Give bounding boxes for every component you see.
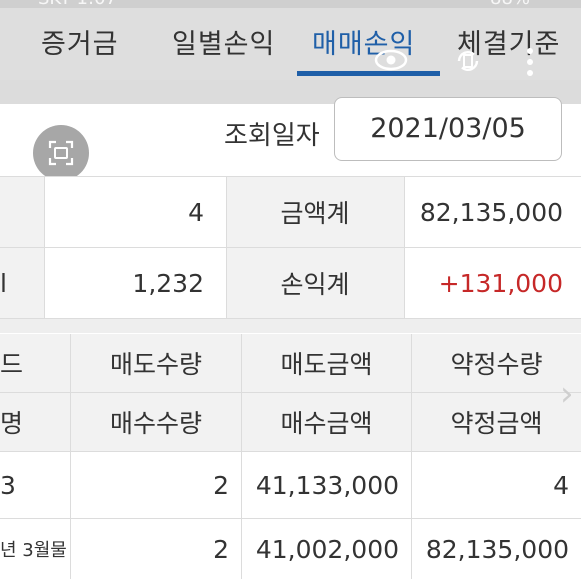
detail-header-name: 명	[0, 393, 70, 451]
total-pnl-value: +131,000	[404, 248, 581, 318]
active-tab-indicator	[297, 71, 440, 76]
eye-icon[interactable]	[374, 48, 408, 77]
divider	[44, 177, 45, 318]
tab-bar: 증거금 일별손익 매매손익 체결기준	[0, 8, 581, 80]
total-amount-label: 금액계	[226, 177, 404, 247]
detail-header-contract-amount: 약정금액	[412, 393, 581, 451]
row-contract-amount: 82,135,000	[412, 519, 581, 579]
date-label: 조회일자	[224, 121, 320, 151]
total-pnl-label: 손익계	[226, 248, 404, 318]
divider	[404, 177, 405, 318]
divider	[411, 334, 412, 579]
summary-count-value: 4	[44, 177, 226, 247]
detail-header-code: 드	[0, 334, 70, 392]
row-sell-qty: 2	[71, 452, 241, 518]
divider	[226, 177, 227, 318]
status-right-text: 88%	[490, 0, 530, 8]
row-code: 3	[0, 452, 70, 518]
screenshot-icon[interactable]	[33, 125, 89, 181]
row-name: 년 3월물	[0, 519, 70, 579]
row-buy-qty: 2	[71, 519, 241, 579]
summary-row1-label-cut	[0, 177, 44, 247]
divider	[241, 334, 242, 579]
more-vertical-icon[interactable]	[522, 47, 538, 82]
row-sell-amount: 41,133,000	[242, 452, 411, 518]
status-left-text: SKT 1:07	[38, 0, 117, 8]
section-gap	[0, 319, 581, 333]
detail-header-contract-qty: 약정수량	[412, 334, 581, 392]
tab-margin[interactable]: 증거금	[41, 22, 119, 61]
detail-header-sell-amount: 매도금액	[242, 334, 411, 392]
summary-fee-value: 1,232	[44, 248, 226, 318]
divider	[70, 334, 71, 579]
chevron-right-icon[interactable]: ›	[560, 374, 574, 414]
total-amount-value: 82,135,000	[404, 177, 581, 247]
row-buy-amount: 41,002,000	[242, 519, 411, 579]
row-contract-qty: 4	[412, 452, 581, 518]
detail-header-buy-amount: 매수금액	[242, 393, 411, 451]
status-bar: SKT 1:07 88%	[0, 0, 581, 8]
rotate-icon[interactable]	[452, 46, 484, 81]
date-field[interactable]: 2021/03/05	[334, 97, 562, 161]
detail-header-buy-qty: 매수수량	[71, 393, 241, 451]
summary-row2-label-cut: l	[0, 248, 44, 318]
detail-header-sell-qty: 매도수량	[71, 334, 241, 392]
tab-daily-pnl[interactable]: 일별손익	[172, 22, 275, 61]
